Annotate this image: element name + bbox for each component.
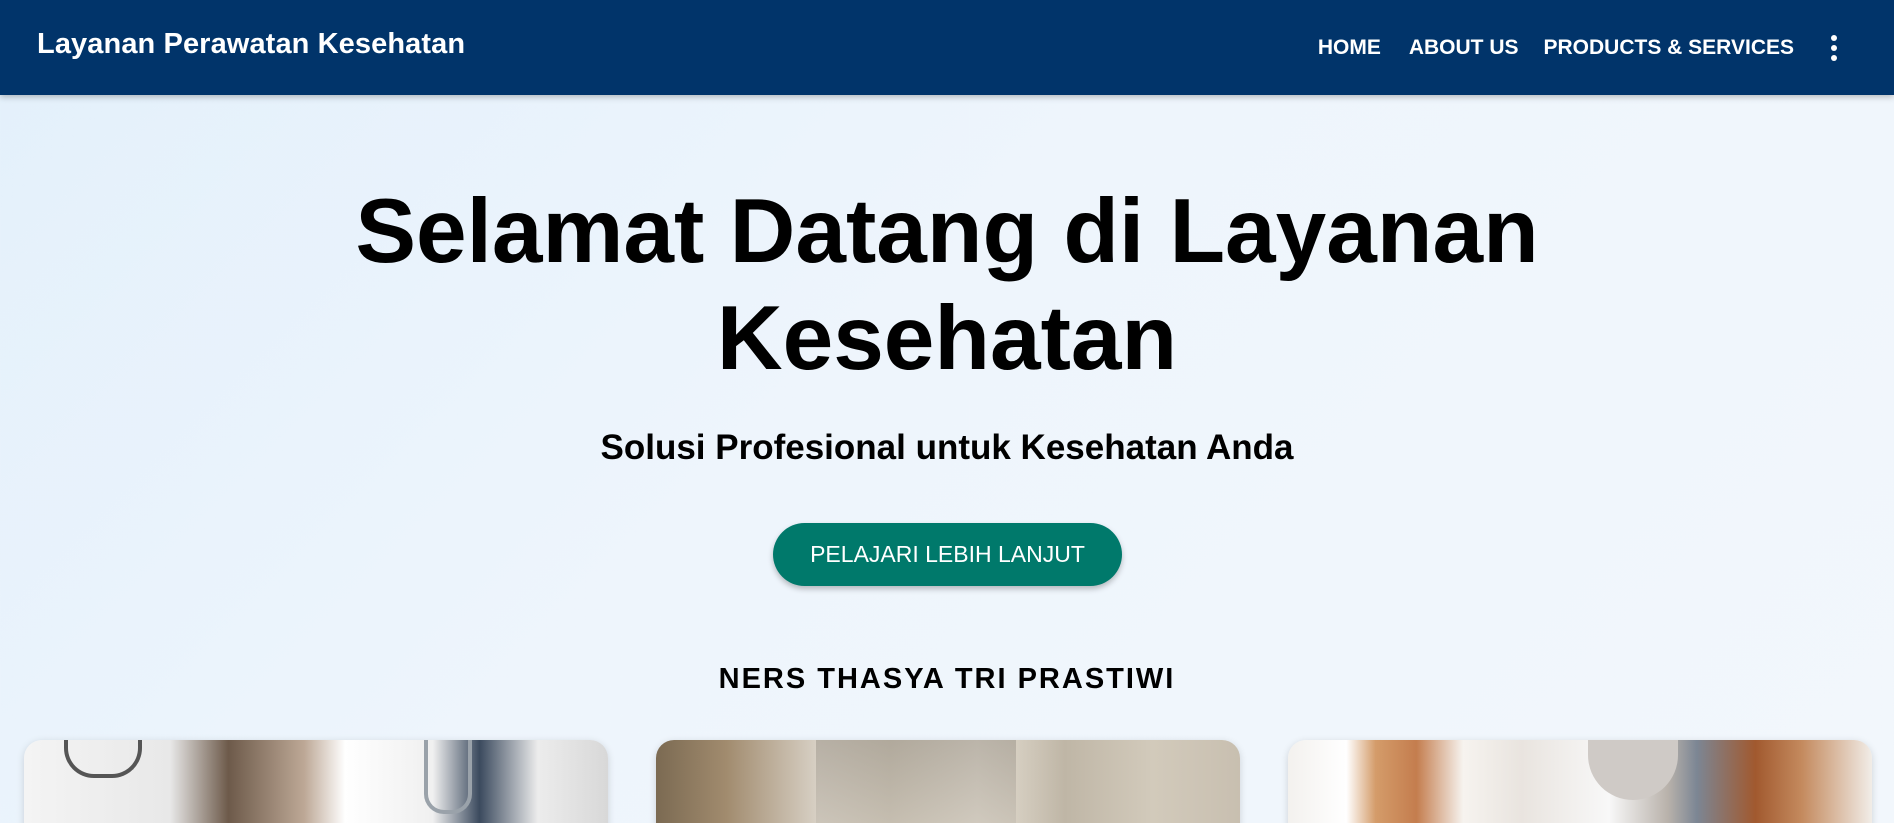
menu-dot [1831,34,1837,41]
menu-dot [1831,44,1837,51]
doctor-and-patient-anatomy-model-photo [1288,740,1872,823]
service-card[interactable] [656,740,1240,823]
hero-title-line-2: Kesehatan [716,288,1178,389]
hero-title-line-1: Selamat Datang di Layanan [355,181,1539,282]
learn-more-button[interactable]: PELAJARI LEBIH LANJUT [773,523,1122,586]
service-card[interactable] [24,740,608,823]
blood-pressure-cuff-photo [656,740,1240,823]
doctor-with-stethoscope-photo [24,740,608,823]
nav-link-products-services[interactable]: PRODUCTS & SERVICES [1544,36,1795,60]
brand-title[interactable]: Layanan Perawatan Kesehatan [37,28,465,61]
section-title: NERS THASYA TRI PRASTIWI [718,663,1176,695]
nav-link-about-us[interactable]: ABOUT US [1409,36,1519,60]
hero-title: Selamat Datang di Layanan Kesehatan [0,178,1894,392]
menu-dot [1831,54,1837,61]
top-navbar: Layanan Perawatan Kesehatan HOME ABOUT U… [0,0,1894,95]
nav-link-home[interactable]: HOME [1318,36,1381,60]
service-card[interactable] [1288,740,1872,823]
nav-links: HOME ABOUT US PRODUCTS & SERVICES [1318,0,1894,95]
hero-subtitle: Solusi Profesional untuk Kesehatan Anda [600,428,1294,467]
more-vert-icon[interactable] [1824,33,1844,63]
